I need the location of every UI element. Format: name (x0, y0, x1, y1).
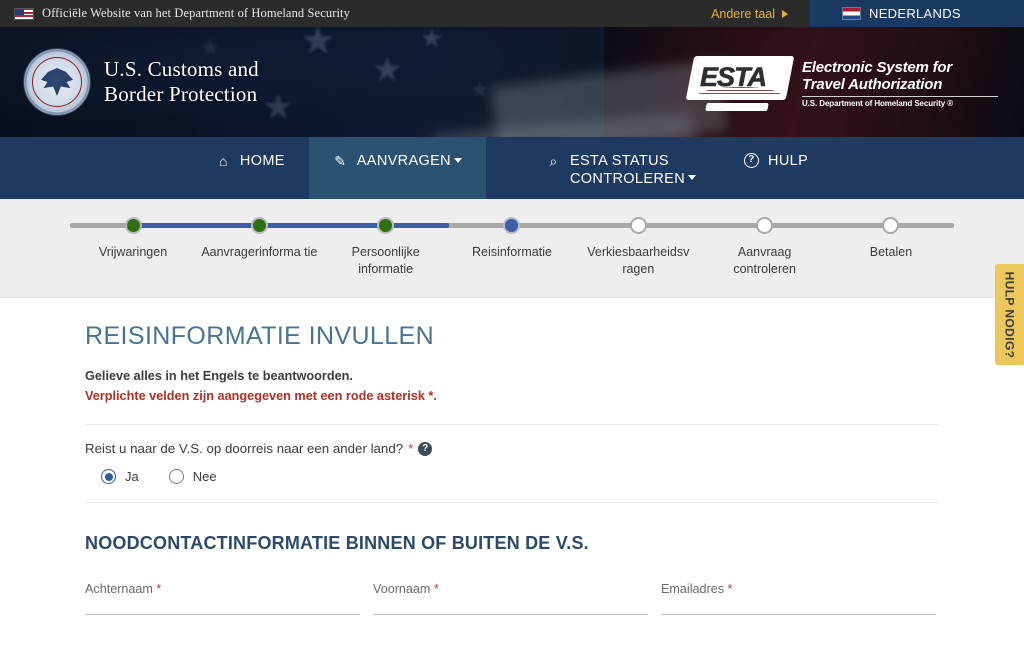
nav-item-hulp[interactable]: ? HULP (720, 137, 832, 199)
other-language-label: Andere taal (711, 6, 775, 21)
pencil-icon: ✎ (334, 153, 347, 169)
esta-tagline: Electronic System for Travel Authorizati… (794, 54, 998, 108)
note-answer-in-english: Gelieve alles in het Engels te beantwoor… (85, 369, 353, 383)
step-verkiesbaarheidsvragen[interactable]: Verkiesbaarheidsv ragen (575, 217, 701, 278)
top-utility-bar: Officiële Website van het Department of … (0, 0, 1024, 27)
language-selector[interactable]: NEDERLANDS (810, 0, 1024, 27)
nav-item-home-label: HOME (239, 153, 285, 169)
hero-banner: ★ ★ ★ ★ ★ ★ U.S. Customs and Border Prot… (0, 27, 1024, 137)
netherlands-flag-icon (842, 7, 861, 20)
field-label-achternaam: Achternaam * (85, 582, 162, 597)
voornaam-input[interactable] (373, 604, 648, 616)
field-label-voornaam: Voornaam * (373, 582, 439, 597)
nav-item-esta-status-label: ESTA STATUS (569, 153, 669, 169)
step-dot (250, 217, 268, 234)
step-vrijwaringen[interactable]: Vrijwaringen (70, 217, 196, 278)
caret-right-icon (782, 9, 788, 18)
divider (85, 502, 939, 504)
esta-mark-icon: ESTA (685, 54, 795, 111)
step-label: Verkiesbaarheidsv ragen (587, 245, 690, 276)
step-label: Reisinformatie (472, 245, 552, 259)
agency-name: U.S. Customs and Border Protection (104, 57, 259, 107)
nav-item-esta-status[interactable]: ⌕ ESTA STATUS CONTROLEREN (522, 137, 720, 199)
step-dot (629, 217, 647, 234)
esta-divider (802, 95, 998, 97)
nav-item-esta-status-label2: CONTROLEREN (569, 170, 686, 187)
esta-logo: ESTA Electronic System for Travel Author… (685, 54, 1024, 111)
step-label: Aanvragerinforma tie (201, 245, 318, 259)
step-label: Persoonlijke informatie (351, 245, 420, 276)
main-navigation: ⌂ HOME ✎ AANVRAGEN ⌕ ESTA STATUS CONTROL… (0, 137, 1024, 199)
esta-tagline-line1: Electronic System for (802, 59, 953, 76)
official-site-notice: Officiële Website van het Department of … (0, 6, 711, 21)
help-circle-icon[interactable]: ? (418, 441, 433, 456)
radio-indicator (168, 469, 184, 485)
emailadres-input[interactable] (661, 604, 936, 616)
step-label: Aanvraag controleren (733, 245, 796, 276)
radio-indicator (101, 469, 116, 485)
progress-stepper-section: Vrijwaringen Aanvragerinforma tie Persoo… (0, 199, 1024, 298)
step-label: Betalen (869, 245, 913, 259)
step-dot (503, 217, 521, 234)
step-dot (377, 217, 395, 234)
help-side-tab[interactable]: HULP NODIG? (995, 264, 1024, 365)
transit-question: Reist u naar de V.S. op doorreis naar ee… (85, 441, 939, 456)
cbp-brand: U.S. Customs and Border Protection (0, 49, 259, 115)
esta-department-line: U.S. Department of Homeland Security ® (802, 98, 954, 108)
radio-label-nee: Nee (192, 469, 217, 485)
step-dot (756, 217, 774, 234)
emergency-contact-section-title: NOODCONTACTINFORMATIE BINNEN OF BUITEN D… (85, 533, 589, 554)
nav-item-hulp-label: HULP (768, 153, 809, 169)
chevron-down-icon (453, 157, 462, 163)
dhs-seal-icon (24, 49, 90, 115)
question-circle-icon: ? (744, 153, 760, 168)
radio-option-ja[interactable]: Ja (101, 469, 139, 485)
field-achternaam: Achternaam * (85, 582, 360, 616)
transit-radio-group: Ja Nee (85, 469, 939, 485)
achternaam-input[interactable] (85, 604, 360, 616)
home-icon: ⌂ (218, 153, 228, 169)
nav-item-home[interactable]: ⌂ HOME (192, 137, 309, 199)
other-language-button[interactable]: Andere taal (711, 7, 810, 21)
step-reisinformatie[interactable]: Reisinformatie (449, 217, 575, 278)
page-title: REISINFORMATIE INVULLEN (85, 322, 435, 350)
radio-label-ja: Ja (125, 469, 139, 485)
field-label-emailadres: Emailadres * (661, 582, 733, 597)
nav-item-aanvragen[interactable]: ✎ AANVRAGEN (308, 137, 486, 199)
esta-wordmark: ESTA (700, 62, 768, 93)
nav-item-aanvragen-label: AANVRAGEN (356, 153, 451, 169)
field-emailadres: Emailadres * (661, 582, 936, 616)
step-dot (882, 217, 900, 234)
agency-name-line1: U.S. Customs and (104, 57, 259, 82)
search-icon: ⌕ (549, 153, 558, 169)
us-flag-icon (14, 7, 34, 20)
note-required-fields: Verplichte velden zijn aangegeven met ee… (85, 388, 437, 403)
current-language-label: NEDERLANDS (869, 6, 961, 21)
step-aanvraag-controleren[interactable]: Aanvraag controleren (702, 217, 828, 278)
field-voornaam: Voornaam * (373, 582, 648, 616)
esta-application-page: Officiële Website van het Department of … (0, 0, 1024, 646)
main-content: REISINFORMATIE INVULLEN Gelieve alles in… (0, 298, 1024, 646)
agency-name-line2: Border Protection (104, 82, 258, 106)
step-dot (124, 217, 142, 234)
step-label: Vrijwaringen (98, 245, 168, 259)
step-betalen[interactable]: Betalen (828, 217, 954, 278)
progress-stepper: Vrijwaringen Aanvragerinforma tie Persoo… (70, 199, 954, 278)
step-persoonlijke-informatie[interactable]: Persoonlijke informatie (323, 217, 449, 278)
chevron-down-icon (688, 175, 697, 181)
help-side-tab-label: HULP NODIG? (1002, 271, 1017, 358)
official-site-text: Officiële Website van het Department of … (42, 6, 350, 20)
required-asterisk: * (408, 441, 414, 457)
transit-question-text: Reist u naar de V.S. op doorreis naar ee… (85, 441, 404, 457)
esta-tagline-line2: Travel Authorization (802, 75, 943, 93)
emergency-contact-fields-row-1: Achternaam * Voornaam * Emailadres * (85, 582, 939, 616)
radio-option-nee[interactable]: Nee (168, 469, 217, 485)
step-aanvragerinformatie[interactable]: Aanvragerinforma tie (196, 217, 322, 278)
transit-question-row: Reist u naar de V.S. op doorreis naar ee… (85, 425, 939, 485)
